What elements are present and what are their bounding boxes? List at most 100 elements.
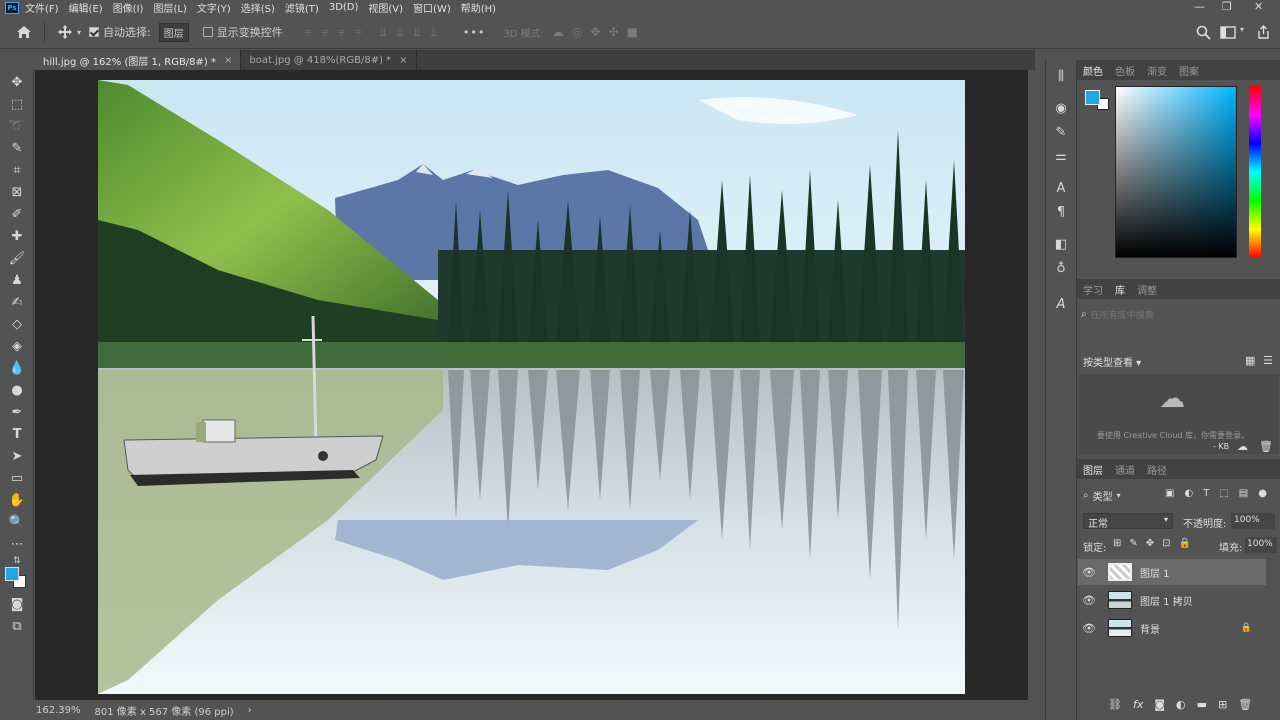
filter-smart-icon[interactable]: ▤ xyxy=(1239,488,1248,499)
layer-row-background[interactable]: 👁 背景 🔒 xyxy=(1078,615,1266,641)
chevron-down-icon[interactable]: ▾ xyxy=(1117,491,1121,500)
hand-tool-icon[interactable]: ✋ xyxy=(6,492,28,510)
tab-hill[interactable]: hill.jpg @ 162% (图层 1, RGB/8#) * × xyxy=(35,50,242,70)
quick-select-tool-icon[interactable]: ✎ xyxy=(6,140,28,158)
clone-stamp-icon[interactable]: ♟ xyxy=(6,272,28,290)
3d-camera-icon[interactable]: ■ xyxy=(627,25,638,39)
tab-color[interactable]: 颜色 xyxy=(1077,63,1109,78)
adjustment-layer-icon[interactable]: ◐ xyxy=(1176,698,1186,711)
chevron-down-icon[interactable]: ▾ xyxy=(1240,25,1244,34)
align-bottom-icon[interactable]: ⫧ xyxy=(338,25,345,40)
quick-mask-icon[interactable]: ◙ xyxy=(6,596,28,614)
menu-image[interactable]: 图像(I) xyxy=(113,0,144,15)
dodge-tool-icon[interactable]: ● xyxy=(6,382,28,400)
learn-panel-icon[interactable]: ◉ xyxy=(1052,100,1070,118)
healing-brush-icon[interactable]: ✚ xyxy=(6,228,28,246)
library-search[interactable]: ⌕ 在所有库中搜索 xyxy=(1081,304,1277,324)
3d-roll-icon[interactable]: ◎ xyxy=(572,25,582,39)
tab-library[interactable]: 库 xyxy=(1109,282,1131,297)
close-icon[interactable]: ✕ xyxy=(1254,0,1263,13)
hue-slider[interactable] xyxy=(1249,86,1261,258)
3d-slide-icon[interactable]: ✣ xyxy=(609,25,619,39)
filter-shape-icon[interactable]: ⬚ xyxy=(1219,488,1228,499)
zoom-tool-icon[interactable]: 🔍 xyxy=(6,514,28,532)
distribute-icon[interactable]: ⫧ xyxy=(355,25,362,40)
crop-tool-icon[interactable]: ⌗ xyxy=(6,162,28,180)
close-icon[interactable]: × xyxy=(399,55,407,66)
move-tool-icon[interactable]: ✥ xyxy=(6,74,28,92)
paragraph-panel-icon[interactable]: ¶ xyxy=(1052,204,1070,222)
link-layers-icon[interactable]: ⛓ xyxy=(1108,698,1122,711)
move-tool-icon[interactable] xyxy=(57,24,73,40)
marquee-tool-icon[interactable]: ⬚ xyxy=(6,96,28,114)
3d-panel-icon[interactable]: ◧ xyxy=(1052,236,1070,254)
more-options-button[interactable]: ••• xyxy=(463,26,485,39)
align-left-icon[interactable]: ⫫ xyxy=(380,25,387,40)
history-brush-icon[interactable]: ✍ xyxy=(6,294,28,312)
lock-pixels-icon[interactable]: ✎ xyxy=(1129,538,1137,549)
eyedropper-tool-icon[interactable]: ✐ xyxy=(6,206,28,224)
tab-swatches[interactable]: 色板 xyxy=(1109,63,1141,78)
rectangle-tool-icon[interactable]: ▭ xyxy=(6,470,28,488)
add-mask-icon[interactable]: ◙ xyxy=(1154,698,1165,711)
menu-file[interactable]: 文件(F) xyxy=(25,0,59,15)
menu-view[interactable]: 视图(V) xyxy=(368,0,403,15)
eraser-tool-icon[interactable]: ◇ xyxy=(6,316,28,334)
lasso-tool-icon[interactable]: ➰ xyxy=(6,118,28,136)
trash-icon[interactable]: 🗑 xyxy=(1259,440,1273,453)
tab-paths[interactable]: 路径 xyxy=(1141,462,1173,477)
lock-transparent-icon[interactable]: ⊞ xyxy=(1113,538,1121,549)
menu-select[interactable]: 选择(S) xyxy=(241,0,275,15)
screen-mode-icon[interactable]: ⧉ xyxy=(6,618,28,636)
layer-row-1[interactable]: 👁 图层 1 xyxy=(1078,559,1266,585)
foreground-color-swatch[interactable] xyxy=(5,567,19,581)
tab-boat[interactable]: boat.jpg @ 418%(RGB/8#) * × xyxy=(241,50,417,70)
blur-tool-icon[interactable]: 💧 xyxy=(6,360,28,378)
history-panel-icon[interactable]: ⫼ xyxy=(1052,68,1070,86)
path-select-icon[interactable]: ➤ xyxy=(6,448,28,466)
tab-channels[interactable]: 通道 xyxy=(1109,462,1141,477)
3d-pan-icon[interactable]: ✥ xyxy=(590,25,600,39)
3d-orbit-icon[interactable]: ☁ xyxy=(552,25,564,39)
new-layer-icon[interactable]: ⊞ xyxy=(1218,698,1227,711)
menu-layer[interactable]: 图层(L) xyxy=(153,0,186,15)
fill-input[interactable]: 100% xyxy=(1245,537,1277,553)
glyphs-panel-icon[interactable]: ♁ xyxy=(1052,260,1070,278)
chevron-right-icon[interactable]: › xyxy=(248,705,252,716)
menu-3d[interactable]: 3D(D) xyxy=(329,2,359,13)
tab-patterns[interactable]: 图案 xyxy=(1173,63,1205,78)
minimize-icon[interactable]: — xyxy=(1194,0,1205,13)
layer-row-2[interactable]: 👁 图层 1 拷贝 xyxy=(1078,587,1266,613)
blend-mode-dropdown[interactable]: 正常 ▾ xyxy=(1083,513,1173,530)
close-icon[interactable]: × xyxy=(224,55,232,66)
library-search-input[interactable]: 在所有库中搜索 xyxy=(1091,308,1154,321)
share-icon[interactable] xyxy=(1256,25,1271,40)
align-right-icon[interactable]: ⫫ xyxy=(413,25,420,40)
align-hcenter-icon[interactable]: ⫫ xyxy=(397,25,404,40)
grid-view-icon[interactable]: ▦ xyxy=(1245,354,1255,367)
glyph-a-icon[interactable]: A xyxy=(1052,296,1070,314)
chevron-down-icon[interactable]: ▾ xyxy=(77,28,81,37)
eye-icon[interactable]: 👁 xyxy=(1078,566,1100,579)
auto-select-dropdown[interactable]: 图层 xyxy=(158,22,189,42)
pen-tool-icon[interactable]: ✒ xyxy=(6,404,28,422)
zoom-level[interactable]: 162.39% xyxy=(36,705,81,716)
eye-icon[interactable]: 👁 xyxy=(1078,594,1100,607)
filter-pixel-icon[interactable]: ▣ xyxy=(1165,488,1174,499)
color-picker-field[interactable] xyxy=(1115,86,1237,258)
brush-tool-icon[interactable]: 🖌 xyxy=(6,250,28,268)
lock-all-icon[interactable]: 🔒 xyxy=(1179,538,1191,549)
cloud-icon[interactable]: ☁ xyxy=(1237,440,1248,453)
layer-filter[interactable]: ⌕ 类型 ▾ xyxy=(1083,488,1121,503)
paint-bucket-icon[interactable]: ◈ xyxy=(6,338,28,356)
type-tool-icon[interactable]: T xyxy=(6,426,28,444)
foreground-color-swatch[interactable] xyxy=(1085,90,1100,105)
tab-learn[interactable]: 学习 xyxy=(1077,282,1109,297)
align-vcenter-icon[interactable]: ⫧ xyxy=(322,25,329,40)
document-canvas[interactable] xyxy=(98,80,965,694)
list-view-icon[interactable]: ☰ xyxy=(1263,354,1273,367)
fx-icon[interactable]: fx xyxy=(1133,698,1143,711)
eye-icon[interactable]: 👁 xyxy=(1078,622,1100,635)
color-swatches[interactable] xyxy=(5,567,27,589)
filter-type-icon[interactable]: T xyxy=(1203,488,1209,499)
